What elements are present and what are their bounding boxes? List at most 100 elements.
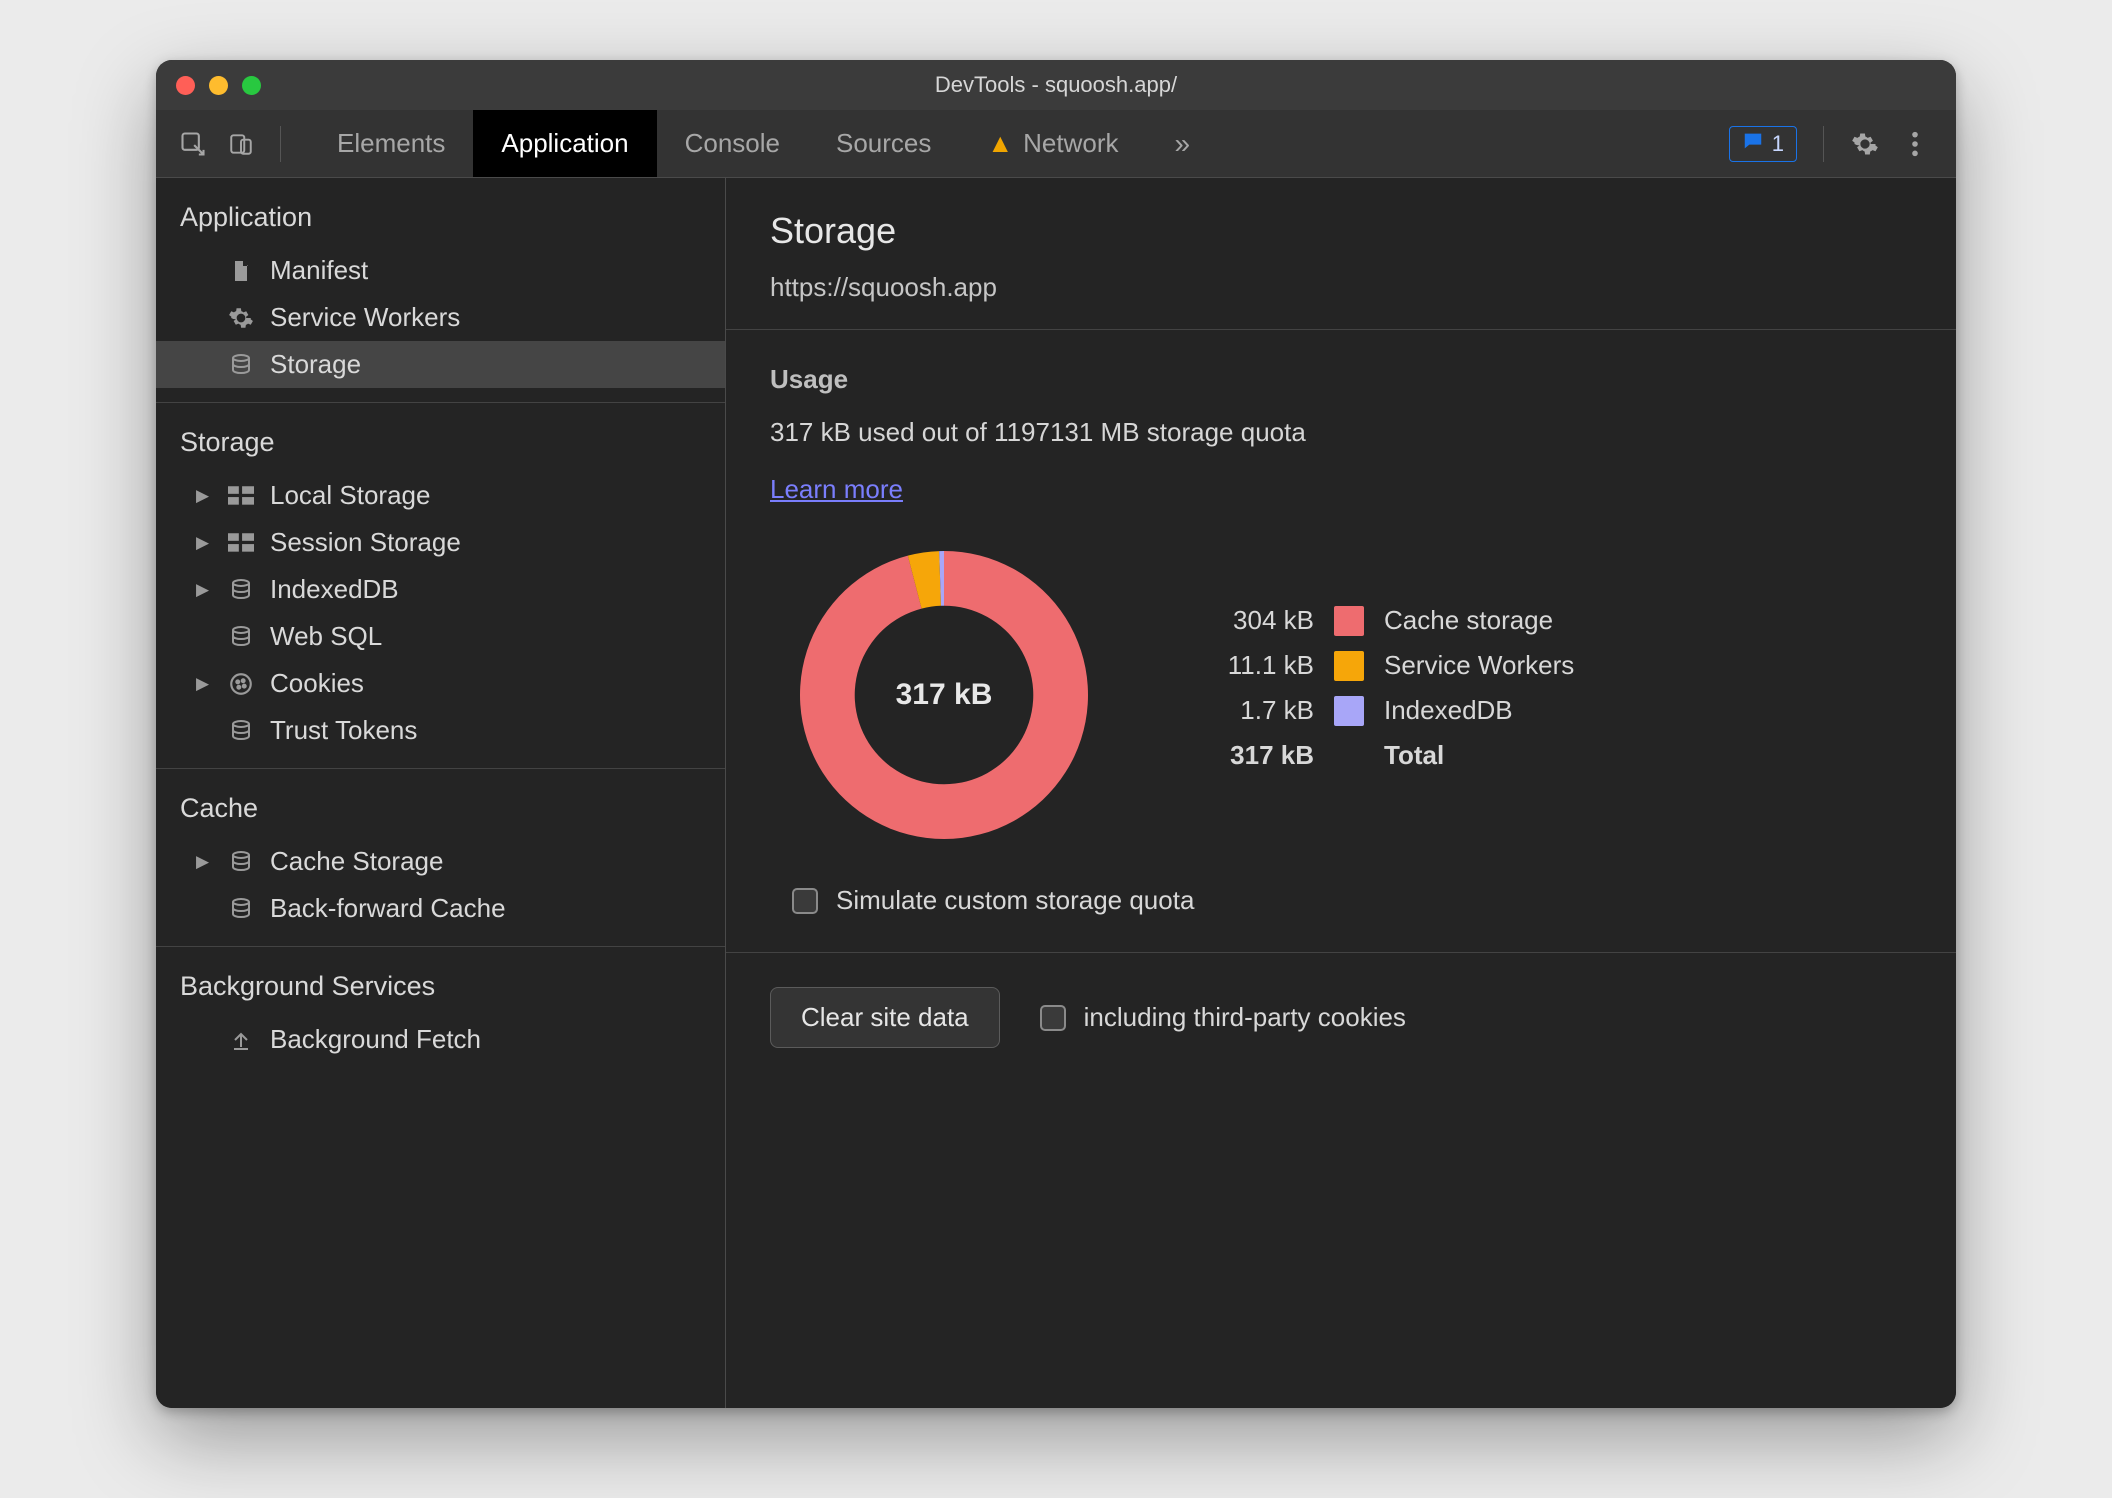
clear-site-data-button[interactable]: Clear site data: [770, 987, 1000, 1048]
more-tabs-button[interactable]: »: [1146, 110, 1218, 177]
sidebar-item-label: Web SQL: [270, 621, 382, 652]
devtools-toolbar: Elements Application Console Sources ▲ N…: [156, 110, 1956, 178]
tab-sources[interactable]: Sources: [808, 110, 959, 177]
sidebar-group-title: Background Services: [156, 965, 725, 1016]
legend-swatch: [1334, 651, 1364, 681]
sidebar-item-service-workers[interactable]: Service Workers: [156, 294, 725, 341]
window-title: DevTools - squoosh.app/: [156, 72, 1956, 98]
expand-arrow-icon: ▶: [196, 674, 212, 694]
sidebar-item-indexeddb[interactable]: ▶IndexedDB: [156, 566, 725, 613]
usage-donut-chart: 317 kB: [784, 535, 1104, 855]
close-window-button[interactable]: [176, 76, 195, 95]
origin-url: https://squoosh.app: [770, 272, 1912, 303]
sidebar-item-label: Background Fetch: [270, 1024, 481, 1055]
db-icon: [226, 896, 256, 922]
sidebar-item-label: Local Storage: [270, 480, 430, 511]
db-icon: [226, 849, 256, 875]
panel-header: Storage https://squoosh.app: [726, 178, 1956, 329]
legend-value: 11.1 kB: [1194, 650, 1314, 681]
tab-label: Sources: [836, 128, 931, 159]
toolbar-separator: [280, 126, 281, 162]
sidebar-item-label: Service Workers: [270, 302, 460, 333]
inspect-element-icon[interactable]: [178, 129, 208, 159]
sidebar-group: Cache▶Cache Storage Back-forward Cache: [156, 787, 725, 947]
legend-swatch-empty: [1334, 741, 1364, 771]
simulate-quota-label: Simulate custom storage quota: [836, 885, 1194, 916]
chevron-right-double-icon: »: [1174, 128, 1190, 160]
tab-label: Elements: [337, 128, 445, 159]
sidebar-item-background-fetch[interactable]: Background Fetch: [156, 1016, 725, 1063]
usage-chart-row: 317 kB 304 kBCache storage 11.1 kB Service…: [784, 535, 1912, 855]
tab-network[interactable]: ▲ Network: [959, 110, 1146, 177]
window-controls: [176, 76, 261, 95]
sidebar-item-label: Cookies: [270, 668, 364, 699]
sidebar-item-back-forward-cache[interactable]: Back-forward Cache: [156, 885, 725, 932]
chat-icon: [1742, 130, 1764, 158]
legend-total-name: Total: [1384, 740, 1444, 771]
storage-panel: Storage https://squoosh.app Usage 317 kB…: [726, 178, 1956, 1408]
settings-icon[interactable]: [1850, 129, 1880, 159]
donut-center-label: 317 kB: [784, 535, 1104, 855]
sidebar-item-label: Trust Tokens: [270, 715, 417, 746]
titlebar: DevTools - squoosh.app/: [156, 60, 1956, 110]
tab-console[interactable]: Console: [657, 110, 808, 177]
expand-arrow-icon: ▶: [196, 852, 212, 872]
sidebar-item-trust-tokens[interactable]: Trust Tokens: [156, 707, 725, 754]
sidebar-group-title: Application: [156, 196, 725, 247]
learn-more-link[interactable]: Learn more: [770, 474, 903, 505]
issues-count: 1: [1772, 131, 1784, 157]
sidebar-group-title: Storage: [156, 421, 725, 472]
kebab-menu-icon[interactable]: [1900, 129, 1930, 159]
legend-name: Cache storage: [1384, 605, 1553, 636]
sidebar-item-web-sql[interactable]: Web SQL: [156, 613, 725, 660]
tab-label: Network: [1023, 128, 1118, 159]
third-party-cookies-checkbox[interactable]: [1040, 1005, 1066, 1031]
devtools-window: DevTools - squoosh.app/ Elements Applica…: [156, 60, 1956, 1408]
maximize-window-button[interactable]: [242, 76, 261, 95]
sidebar-item-storage[interactable]: Storage: [156, 341, 725, 388]
grid-icon: [226, 483, 256, 509]
legend-name: Service Workers: [1384, 650, 1574, 681]
db-icon: [226, 718, 256, 744]
upload-icon: [226, 1027, 256, 1053]
usage-heading: Usage: [770, 364, 1912, 395]
sidebar-item-manifest[interactable]: Manifest: [156, 247, 725, 294]
third-party-cookies-label: including third-party cookies: [1084, 1002, 1406, 1033]
clear-section: Clear site data including third-party co…: [726, 952, 1956, 1084]
sidebar-item-cookies[interactable]: ▶ Cookies: [156, 660, 725, 707]
sidebar-item-cache-storage[interactable]: ▶Cache Storage: [156, 838, 725, 885]
simulate-quota-row: Simulate custom storage quota: [792, 885, 1912, 916]
cookie-icon: [226, 671, 256, 697]
minimize-window-button[interactable]: [209, 76, 228, 95]
usage-section: Usage 317 kB used out of 1197131 MB stor…: [726, 329, 1956, 952]
tab-label: Application: [501, 128, 628, 159]
sidebar-item-session-storage[interactable]: ▶Session Storage: [156, 519, 725, 566]
sidebar-item-local-storage[interactable]: ▶Local Storage: [156, 472, 725, 519]
device-toggle-icon[interactable]: [226, 129, 256, 159]
legend-value: 1.7 kB: [1194, 695, 1314, 726]
sidebar-item-label: Back-forward Cache: [270, 893, 506, 924]
sidebar-group: Background Services Background Fetch: [156, 965, 725, 1077]
grid-icon: [226, 530, 256, 556]
panel-title: Storage: [770, 210, 1912, 252]
simulate-quota-checkbox[interactable]: [792, 888, 818, 914]
content-area: ApplicationManifestService WorkersStorag…: [156, 178, 1956, 1408]
issues-badge[interactable]: 1: [1729, 126, 1797, 162]
file-icon: [226, 258, 256, 284]
tab-label: Console: [685, 128, 780, 159]
gear-icon: [226, 305, 256, 331]
sidebar-item-label: Storage: [270, 349, 361, 380]
db-icon: [226, 352, 256, 378]
usage-legend: 304 kBCache storage 11.1 kB Service Worker…: [1194, 605, 1574, 785]
legend-total-row: 317 kBTotal: [1194, 740, 1574, 771]
sidebar-item-label: Manifest: [270, 255, 368, 286]
legend-row: 1.7 kBIndexedDB: [1194, 695, 1574, 726]
sidebar-group-title: Cache: [156, 787, 725, 838]
tab-elements[interactable]: Elements: [309, 110, 473, 177]
tab-application[interactable]: Application: [473, 110, 656, 177]
legend-row: 11.1 kB Service Workers: [1194, 650, 1574, 681]
sidebar-group: Application Manifest Service Workers Storag…: [156, 196, 725, 403]
legend-row: 304 kBCache storage: [1194, 605, 1574, 636]
db-icon: [226, 624, 256, 650]
expand-arrow-icon: ▶: [196, 580, 212, 600]
